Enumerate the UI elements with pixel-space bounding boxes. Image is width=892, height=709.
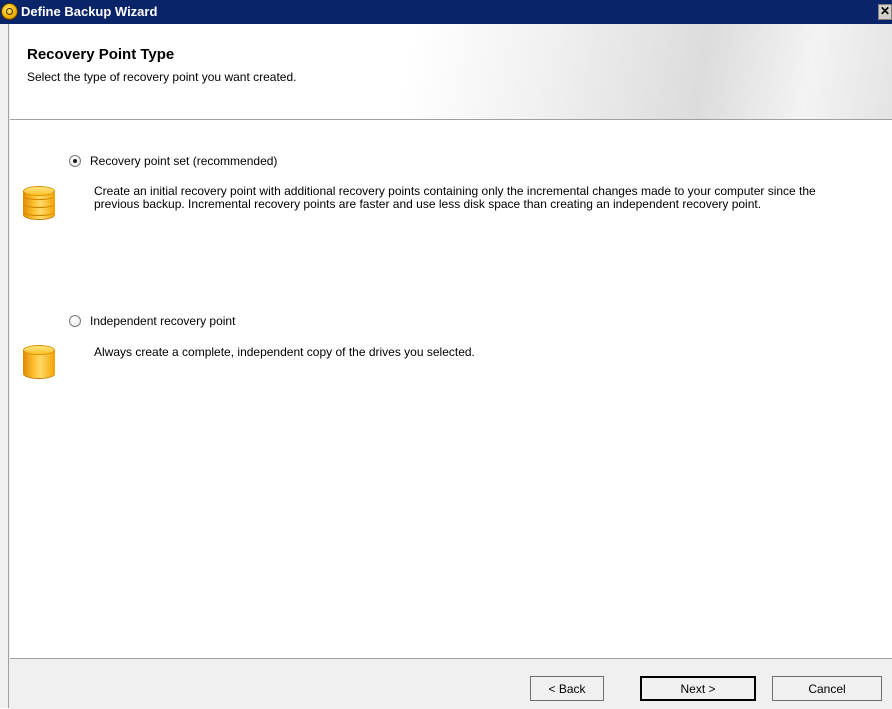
next-button[interactable]: Next >	[640, 676, 756, 701]
radio-recovery-point-set[interactable]: Recovery point set (recommended)	[69, 153, 277, 169]
radio-button-unchecked[interactable]	[69, 315, 81, 327]
option-description: Create an initial recovery point with ad…	[94, 184, 816, 211]
database-icon	[23, 345, 55, 383]
close-button[interactable]: ✕	[878, 4, 892, 20]
page-subtitle: Select the type of recovery point you wa…	[27, 70, 297, 84]
radio-label: Recovery point set (recommended)	[90, 154, 278, 168]
left-border	[0, 24, 10, 708]
cancel-button[interactable]: Cancel	[772, 676, 882, 701]
radio-label: Independent recovery point	[90, 314, 236, 328]
button-bar: < Back Next > Cancel	[10, 658, 892, 709]
wizard-header: Recovery Point Type Select the type of r…	[10, 24, 892, 120]
window-title: Define Backup Wizard	[21, 4, 158, 19]
radio-button-checked[interactable]	[69, 155, 81, 167]
radio-independent-recovery-point[interactable]: Independent recovery point	[69, 313, 235, 329]
page-title: Recovery Point Type	[27, 46, 175, 63]
back-button[interactable]: < Back	[530, 676, 604, 701]
option-description: Always create a complete, independent co…	[94, 345, 475, 359]
wizard-content: Recovery point set (recommended) Create …	[10, 120, 892, 658]
wizard-window: Define Backup Wizard ✕ Recovery Point Ty…	[0, 0, 892, 709]
close-icon: ✕	[879, 4, 891, 18]
title-bar[interactable]: Define Backup Wizard ✕	[0, 0, 892, 24]
database-stack-icon	[23, 186, 55, 224]
app-icon	[1, 3, 18, 20]
